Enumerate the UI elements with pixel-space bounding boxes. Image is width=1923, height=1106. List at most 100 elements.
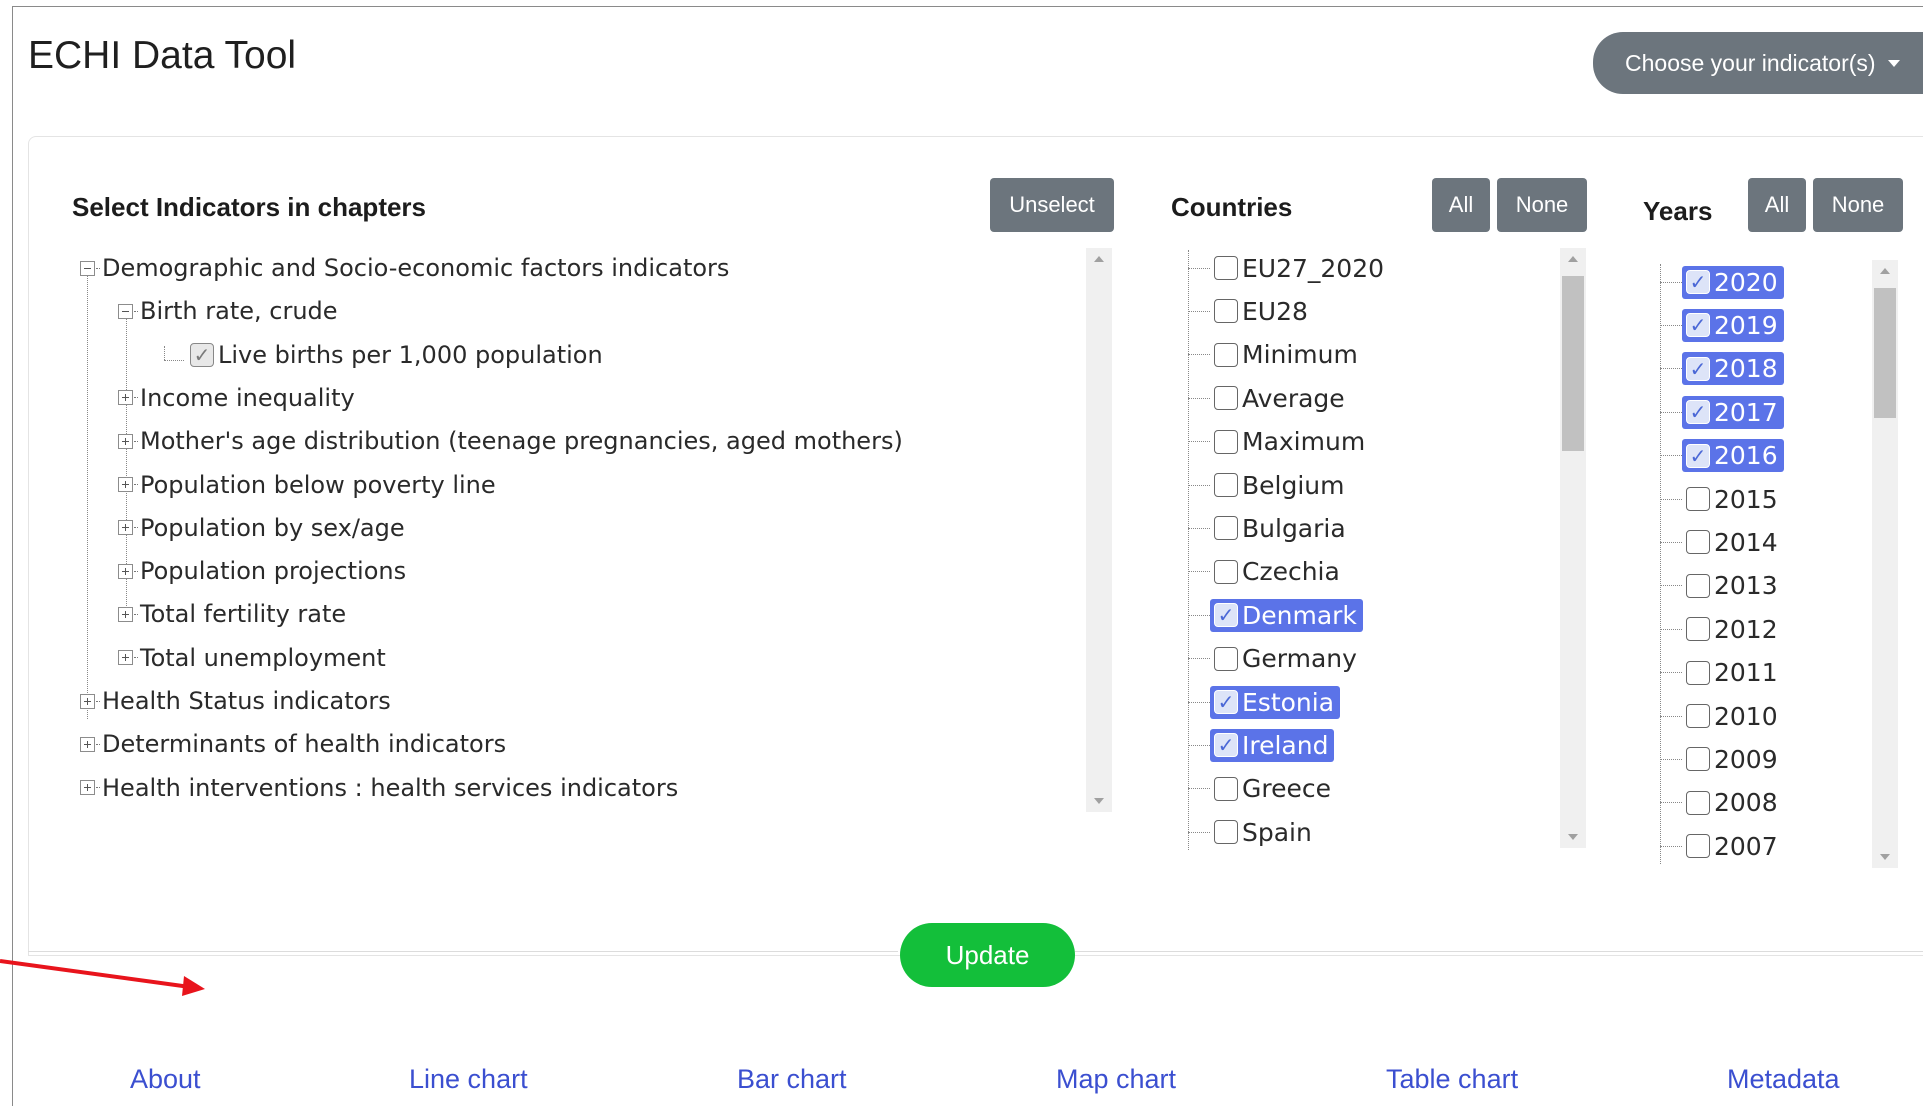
checkbox-icon[interactable] [1214,820,1238,845]
year-item[interactable]: 2009 [1660,741,1784,777]
footer-link-bar-chart[interactable]: Bar chart [737,1064,847,1095]
country-item-chip[interactable]: Belgium [1210,469,1351,502]
year-item-chip[interactable]: 2013 [1682,569,1784,602]
year-item[interactable]: 2020 [1660,264,1784,300]
year-item-chip[interactable]: 2008 [1682,786,1784,819]
country-item-chip[interactable]: Greece [1210,772,1337,805]
footer-link-table-chart[interactable]: Table chart [1386,1064,1518,1095]
country-item[interactable]: Bulgaria [1188,510,1352,546]
indicator-tree-scrollbar[interactable] [1086,248,1112,812]
countries-all-button[interactable]: All [1432,178,1490,232]
country-item[interactable]: EU28 [1188,293,1314,329]
country-item-chip[interactable]: Estonia [1210,685,1341,719]
checkbox-icon[interactable] [1686,790,1710,815]
country-item[interactable]: Average [1188,380,1351,416]
year-item[interactable]: 2018 [1660,351,1784,387]
checkbox-icon[interactable] [1686,747,1710,772]
checkbox-icon[interactable] [1214,256,1238,280]
scroll-down-icon[interactable] [1094,798,1104,804]
country-item-chip[interactable]: Czechia [1210,555,1346,588]
scroll-up-icon[interactable] [1094,256,1104,262]
years-all-button[interactable]: All [1748,178,1806,232]
checkbox-icon[interactable] [1214,429,1238,454]
year-item[interactable]: 2015 [1660,481,1784,517]
countries-none-button[interactable]: None [1497,178,1587,232]
year-item-chip[interactable]: 2020 [1682,265,1784,299]
year-item-chip[interactable]: 2007 [1682,830,1784,863]
checkbox-icon[interactable] [1686,270,1710,294]
scroll-up-icon[interactable] [1568,256,1578,262]
tree-item[interactable]: Live births per 1,000 population [190,338,603,372]
footer-link-map-chart[interactable]: Map chart [1056,1064,1176,1095]
checkbox-icon[interactable] [1686,704,1710,728]
country-item-chip[interactable]: Average [1210,382,1351,415]
country-item-chip[interactable]: Maximum [1210,425,1371,458]
country-item[interactable]: Czechia [1188,554,1346,590]
country-item[interactable]: Spain [1188,814,1318,850]
country-item[interactable]: Belgium [1188,467,1351,503]
year-item[interactable]: 2019 [1660,307,1784,343]
year-item[interactable]: 2007 [1660,828,1784,864]
country-item[interactable]: Greece [1188,771,1337,807]
checkbox-icon[interactable] [1686,530,1710,555]
footer-link-metadata[interactable]: Metadata [1727,1064,1840,1095]
country-item[interactable]: Minimum [1188,337,1364,373]
country-item-chip[interactable]: Minimum [1210,338,1364,371]
checkbox-icon[interactable] [1686,313,1710,338]
year-item[interactable]: 2013 [1660,568,1784,604]
country-item-chip[interactable]: EU28 [1210,295,1314,328]
scroll-thumb[interactable] [1874,288,1896,418]
country-item-chip[interactable]: EU27_2020 [1210,252,1390,285]
checkbox-icon[interactable] [1686,617,1710,642]
year-item-chip[interactable]: 2014 [1682,526,1784,559]
unselect-button[interactable]: Unselect [990,178,1114,232]
country-item-chip[interactable]: Spain [1210,816,1318,849]
country-item[interactable]: Ireland [1188,727,1335,763]
year-item[interactable]: 2010 [1660,698,1784,734]
year-item-chip[interactable]: 2016 [1682,439,1784,473]
country-item[interactable]: Germany [1188,641,1363,677]
year-item[interactable]: 2012 [1660,611,1784,647]
choose-indicators-dropdown[interactable]: Choose your indicator(s) [1593,32,1923,94]
checkbox-icon[interactable] [1214,603,1238,628]
year-item-chip[interactable]: 2012 [1682,613,1784,646]
years-none-button[interactable]: None [1813,178,1903,232]
scroll-down-icon[interactable] [1880,854,1890,860]
year-item[interactable]: 2011 [1660,655,1784,691]
country-item[interactable]: Denmark [1188,597,1363,633]
country-item[interactable]: Estonia [1188,684,1341,720]
tree-item[interactable]: Mother's age distribution (teenage pregn… [118,424,903,458]
checkbox-icon[interactable] [1214,646,1238,671]
year-item[interactable]: 2016 [1660,438,1784,474]
checkbox-icon[interactable] [1686,834,1710,859]
checkbox-icon[interactable] [1214,473,1238,497]
year-list-scrollbar[interactable] [1872,260,1898,868]
checkbox-icon[interactable] [1686,356,1710,381]
footer-link-about[interactable]: About [130,1064,201,1095]
year-item-chip[interactable]: 2009 [1682,743,1784,776]
year-item-chip[interactable]: 2019 [1682,308,1784,342]
checkbox-icon[interactable] [1686,400,1710,425]
year-item[interactable]: 2017 [1660,394,1784,430]
checkbox-icon[interactable] [1686,660,1710,685]
checkbox-icon[interactable] [1214,516,1238,541]
country-item-chip[interactable]: Bulgaria [1210,512,1352,545]
checkbox-icon[interactable] [1214,559,1238,584]
update-button[interactable]: Update [900,923,1075,987]
country-item[interactable]: Maximum [1188,424,1371,460]
checkbox-icon[interactable] [1214,776,1238,801]
checkbox-icon[interactable] [1686,487,1710,511]
checkbox-icon[interactable] [1214,342,1238,367]
checkbox-icon[interactable] [1214,299,1238,324]
year-item-chip[interactable]: 2018 [1682,352,1784,386]
year-item-chip[interactable]: 2015 [1682,483,1784,516]
country-item-chip[interactable]: Denmark [1210,598,1363,632]
year-item-chip[interactable]: 2017 [1682,395,1784,429]
year-item[interactable]: 2014 [1660,524,1784,560]
scroll-up-icon[interactable] [1880,268,1890,274]
year-item-chip[interactable]: 2010 [1682,700,1784,733]
checkbox-icon[interactable] [1214,733,1238,758]
checkbox-icon[interactable] [1214,690,1238,714]
footer-link-line-chart[interactable]: Line chart [409,1064,528,1095]
country-item-chip[interactable]: Germany [1210,642,1363,675]
